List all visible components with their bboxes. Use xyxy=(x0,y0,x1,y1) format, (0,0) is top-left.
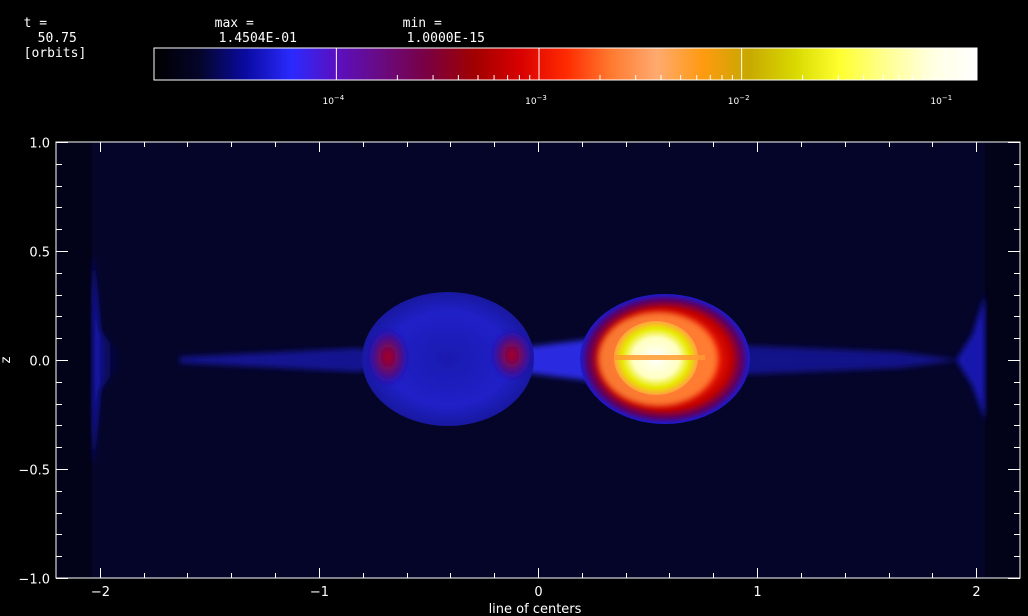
y-axis-label: z xyxy=(0,356,14,363)
right-star-core-band xyxy=(615,355,705,360)
colorbar-gradient xyxy=(153,47,978,81)
colorbar: 10−4 10−3 10−2 10−1 xyxy=(153,47,978,107)
y-tick-label: −1.0 xyxy=(18,573,50,588)
left-star-hotspot-b xyxy=(494,333,530,377)
x-tick-label: 1 xyxy=(753,585,761,600)
colorbar-tick-labels: 10−4 10−3 10−2 10−1 xyxy=(322,94,952,107)
x-tick-label: −1 xyxy=(310,585,329,600)
colorbar-tick-label: 10−2 xyxy=(728,94,750,107)
x-tick-label: 0 xyxy=(534,585,542,600)
x-tick-label: −2 xyxy=(91,585,110,600)
y-tick-label: 0.5 xyxy=(29,246,50,261)
density-field xyxy=(92,142,985,578)
y-tick-label: 0.0 xyxy=(29,355,50,370)
y-tick-label: 1.0 xyxy=(29,137,50,152)
x-axis-label: line of centers xyxy=(489,602,582,616)
left-star-hotspot-a xyxy=(370,332,406,382)
x-tick-label: 2 xyxy=(972,585,980,600)
colorbar-tick-label: 10−4 xyxy=(322,94,344,107)
y-tick-label: −0.5 xyxy=(18,464,50,479)
plot-area: −2 −1 0 1 2 −1.0 −0.5 0.0 0.5 1.0 line of centers… xyxy=(0,137,1021,616)
colorbar-tick-label: 10−3 xyxy=(525,94,547,107)
density-figure: 10−4 10−3 10−2 10−1 −2 −1 0 1 2 −1.0 −0.5 0.0 0.5 1.… xyxy=(0,47,1021,616)
colorbar-tick-label: 10−1 xyxy=(930,94,952,107)
